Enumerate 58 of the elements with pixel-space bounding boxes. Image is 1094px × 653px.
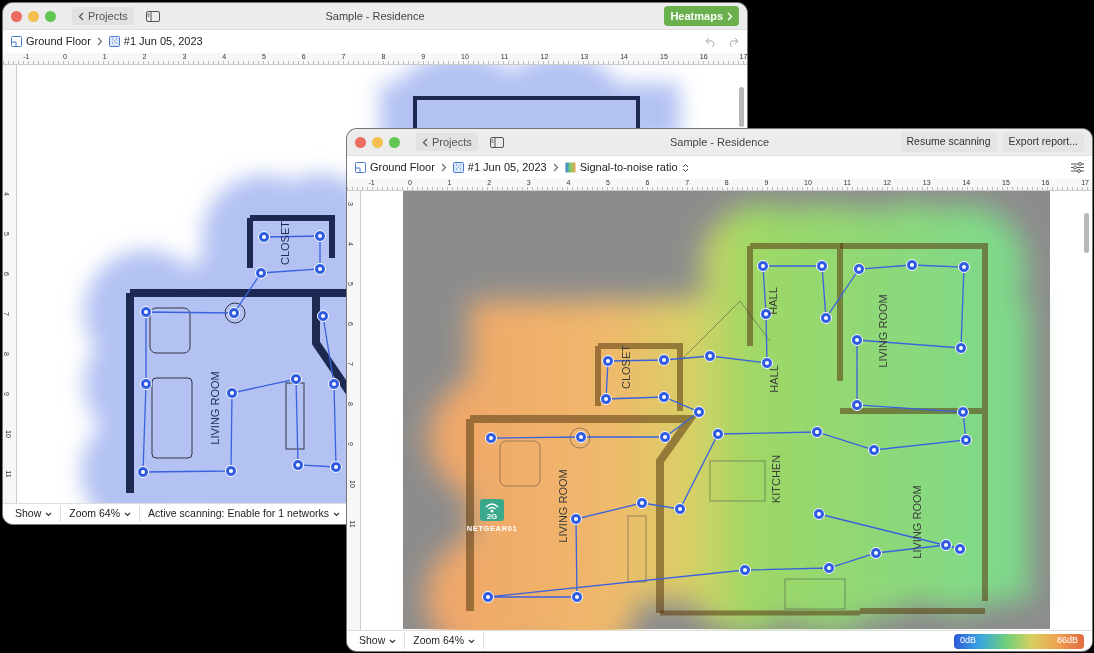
chevron-right-icon <box>440 163 447 172</box>
breadcrumb-item[interactable]: Signal-to-noise ratio <box>564 159 689 176</box>
scroll-bar[interactable] <box>1084 213 1089 253</box>
room-label: HALL <box>767 287 779 315</box>
band-label: 2G <box>486 512 498 521</box>
chevron-right-icon <box>96 37 103 46</box>
chevron-down-icon <box>45 511 53 517</box>
toolbar-button[interactable]: Resume scanning <box>900 132 997 152</box>
redo-icon[interactable] <box>728 36 739 47</box>
up-down-caret-icon <box>681 162 689 173</box>
chevron-down-icon <box>389 638 397 644</box>
zoom-button[interactable] <box>389 136 400 148</box>
chevron-down-icon <box>124 511 132 517</box>
grid-icon <box>452 162 464 173</box>
chevron-right-icon <box>552 163 559 172</box>
room-label: CLOSET <box>620 345 632 389</box>
grid-icon <box>108 36 120 47</box>
status-menu[interactable]: Show <box>355 633 406 649</box>
close-button[interactable] <box>355 136 366 148</box>
breadcrumb-item[interactable]: #1 Jun 05, 2023 <box>108 33 203 50</box>
back-button[interactable]: Projects <box>72 6 134 26</box>
sidebar-toggle-icon[interactable] <box>489 136 504 148</box>
window-title: Sample - Residence <box>669 134 770 150</box>
settings-sliders-icon[interactable] <box>1071 162 1084 173</box>
room-label: HALL <box>768 365 780 393</box>
legend-max-label: 86dB <box>1056 634 1078 648</box>
room-label: KITCHEN <box>770 454 782 504</box>
status-menu[interactable]: Show <box>11 506 62 522</box>
breadcrumb-item[interactable]: Ground Floor <box>11 33 91 50</box>
toolbar-button[interactable]: Export report... <box>1002 132 1084 152</box>
room-label: CLOSET <box>279 221 291 265</box>
floor-plan-icon <box>11 36 22 47</box>
chevron-down-icon <box>333 511 340 517</box>
heatmap-icon <box>564 162 576 173</box>
room-label: LIVING ROOM <box>877 294 889 368</box>
chevron-right-icon <box>727 11 733 21</box>
sidebar-toggle-icon[interactable] <box>145 10 160 22</box>
status-menu[interactable]: Zoom 64% <box>405 633 485 649</box>
minimize-button[interactable] <box>372 136 383 148</box>
wifi-icon <box>485 503 499 513</box>
breadcrumb-item[interactable]: Ground Floor <box>355 159 435 176</box>
status-menu[interactable]: Zoom 64% <box>61 506 141 522</box>
chevron-left-icon <box>422 137 428 147</box>
room-label: LIVING ROOM <box>911 485 923 559</box>
minimize-button[interactable] <box>28 10 39 22</box>
chevron-left-icon <box>78 11 84 21</box>
legend-min-label: 0dB <box>960 634 976 648</box>
room-label: LIVING ROOM <box>557 469 569 543</box>
room-label: LIVING ROOM <box>209 371 221 445</box>
undo-icon[interactable] <box>705 36 716 47</box>
chevron-down-icon <box>468 638 476 644</box>
close-button[interactable] <box>11 10 22 22</box>
back-button[interactable]: Projects <box>416 132 478 152</box>
window-title: Sample - Residence <box>325 8 425 24</box>
scroll-bar[interactable] <box>739 87 744 127</box>
floor-plan-icon <box>355 162 366 173</box>
breadcrumb-item[interactable]: #1 Jun 05, 2023 <box>452 159 547 176</box>
zoom-button[interactable] <box>45 10 56 22</box>
